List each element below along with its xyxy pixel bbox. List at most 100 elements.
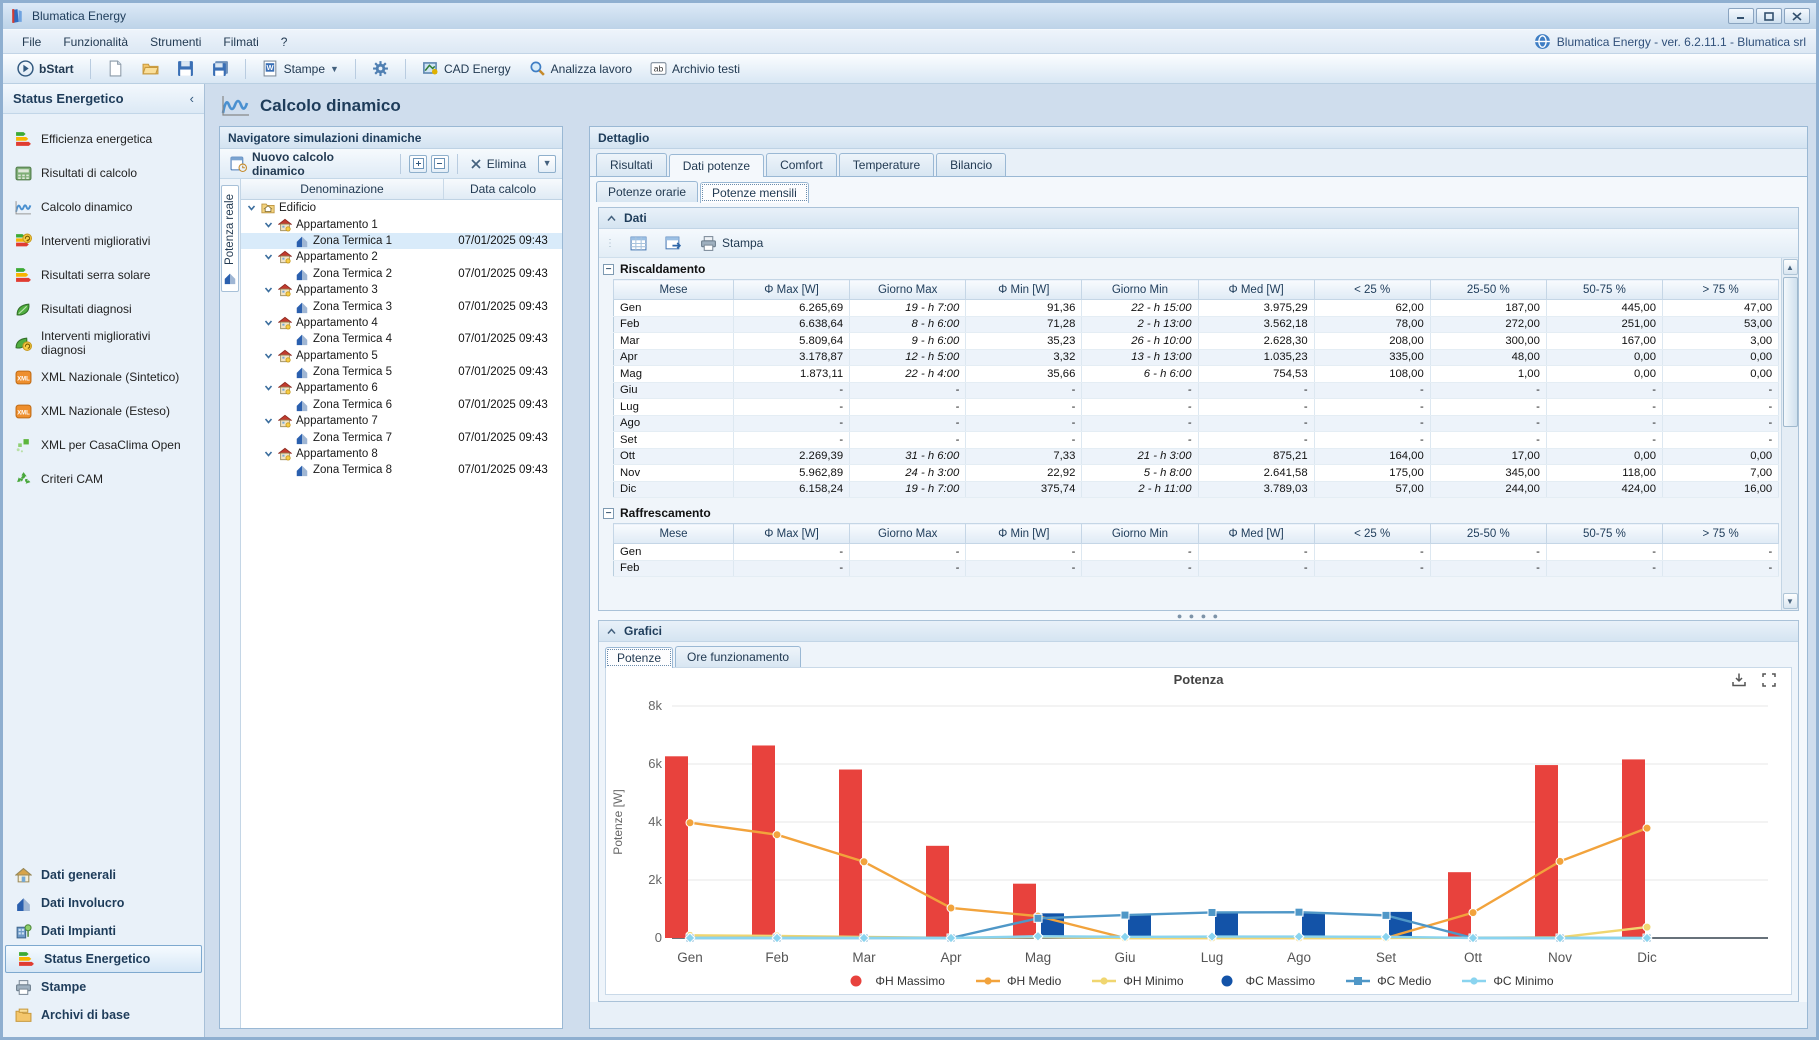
legend-item--h-massimo[interactable]: ΦH Massimo (843, 974, 945, 988)
save-button[interactable] (171, 57, 200, 80)
download-icon[interactable] (1731, 672, 1747, 688)
settings-button[interactable] (366, 57, 395, 80)
sidebar-item-risultati-di-calcolo[interactable]: Risultati di calcolo (3, 156, 204, 190)
column-header[interactable]: Φ Min [W] (966, 280, 1082, 300)
dati-vertical-scrollbar[interactable]: ▲ ▼ (1781, 258, 1798, 610)
bstart-button[interactable]: bStart (11, 57, 80, 80)
column-header[interactable]: Φ Med [W] (1198, 524, 1314, 544)
delete-button[interactable]: Elimina (466, 155, 530, 173)
tab-comfort[interactable]: Comfort (766, 153, 837, 176)
subtab-potenze-mensili[interactable]: Potenze mensili (700, 182, 809, 203)
column-header[interactable]: < 25 % (1314, 524, 1430, 544)
tree-row-appartamento-5[interactable]: Appartamento 5 (241, 348, 562, 364)
scroll-down-icon[interactable]: ▼ (1783, 593, 1798, 609)
tree-row-zona-termica-1[interactable]: Zona Termica 107/01/2025 09:43 (241, 233, 562, 249)
tree-row-appartamento-2[interactable]: Appartamento 2 (241, 249, 562, 265)
sidebar-item-dati-impianti[interactable]: Dati Impianti (3, 917, 204, 945)
column-header[interactable]: 50-75 % (1546, 524, 1662, 544)
sidebar-item-xml-nazionale-sintetico-[interactable]: XMLXML Nazionale (Sintetico) (3, 360, 204, 394)
column-header[interactable]: Mese (614, 524, 734, 544)
chart-tab-ore-funzionamento[interactable]: Ore funzionamento (675, 646, 801, 667)
sidebar-item-risultati-serra-solare[interactable]: Risultati serra solare (3, 258, 204, 292)
tree-row-appartamento-3[interactable]: Appartamento 3 (241, 282, 562, 298)
legend-item--c-minimo[interactable]: ΦC Minimo (1461, 974, 1553, 988)
tree-row-appartamento-7[interactable]: Appartamento 7 (241, 413, 562, 429)
table-row[interactable]: Feb--------- (614, 560, 1779, 577)
table-row[interactable]: Gen6.265,6919 - h 7:0091,3622 - h 15:003… (614, 300, 1779, 317)
table-row[interactable]: Lug--------- (614, 399, 1779, 416)
sidebar-collapse-button[interactable]: ‹ (190, 91, 194, 106)
close-button[interactable] (1784, 8, 1810, 24)
horizontal-splitter[interactable]: ● ● ● ● (594, 611, 1803, 620)
column-header[interactable]: Giorno Max (850, 280, 966, 300)
chart-tab-potenze[interactable]: Potenze (605, 647, 673, 668)
tree-row-zona-termica-7[interactable]: Zona Termica 707/01/2025 09:43 (241, 429, 562, 445)
menu-item-?[interactable]: ? (272, 32, 297, 52)
tree-row-zona-termica-5[interactable]: Zona Termica 507/01/2025 09:43 (241, 364, 562, 380)
potenza-reale-tab[interactable]: Potenza reale (221, 185, 239, 292)
sidebar-item-interventi-migliorativi[interactable]: Interventi migliorativi (3, 224, 204, 258)
tab-risultati[interactable]: Risultati (596, 153, 667, 176)
column-header[interactable]: > 75 % (1663, 280, 1779, 300)
sidebar-item-status-energetico[interactable]: Status Energetico (5, 945, 202, 973)
tree-expander-icon[interactable] (264, 252, 274, 262)
table-row[interactable]: Feb6.638,648 - h 6:0071,282 - h 13:003.5… (614, 316, 1779, 333)
table-row[interactable]: Ago--------- (614, 415, 1779, 432)
tab-temperature[interactable]: Temperature (839, 153, 934, 176)
sidebar-item-criteri-cam[interactable]: Criteri CAM (3, 462, 204, 496)
sidebar-item-risultati-diagnosi[interactable]: Risultati diagnosi (3, 292, 204, 326)
table-row[interactable]: Giu--------- (614, 382, 1779, 399)
tree-expander-icon[interactable] (264, 383, 274, 393)
column-header[interactable]: Giorno Min (1082, 280, 1198, 300)
tree-expander-icon[interactable] (264, 220, 274, 230)
new-file-button[interactable] (101, 57, 130, 80)
expand-all-button[interactable] (409, 155, 427, 173)
table-row[interactable]: Nov5.962,8924 - h 3:0022,925 - h 8:002.6… (614, 465, 1779, 482)
menu-item-strumenti[interactable]: Strumenti (141, 32, 210, 52)
column-header[interactable]: 25-50 % (1430, 524, 1546, 544)
legend-item--c-massimo[interactable]: ΦC Massimo (1214, 974, 1316, 988)
column-header[interactable]: > 75 % (1663, 524, 1779, 544)
sidebar-item-xml-nazionale-esteso-[interactable]: XMLXML Nazionale (Esteso) (3, 394, 204, 428)
column-header[interactable]: Mese (614, 280, 734, 300)
tree-row-zona-termica-4[interactable]: Zona Termica 407/01/2025 09:43 (241, 331, 562, 347)
minimize-button[interactable] (1728, 8, 1754, 24)
column-header[interactable]: Φ Med [W] (1198, 280, 1314, 300)
drag-handle[interactable]: ⋮ (605, 238, 616, 249)
navigator-more-button[interactable]: ▼ (538, 155, 556, 173)
collapse-all-button[interactable] (431, 155, 449, 173)
column-header[interactable]: < 25 % (1314, 280, 1430, 300)
legend-item--c-medio[interactable]: ΦC Medio (1345, 974, 1431, 988)
open-button[interactable] (136, 57, 165, 80)
menu-item-file[interactable]: File (13, 32, 50, 52)
table-row[interactable]: Gen--------- (614, 544, 1779, 561)
export-button[interactable] (661, 233, 686, 254)
sidebar-item-stampe[interactable]: Stampe (3, 973, 204, 1001)
table-row[interactable]: Mag1.873,1122 - h 4:0035,666 - h 6:00754… (614, 366, 1779, 383)
stampe-button[interactable]: W Stampe ▼ (256, 57, 345, 80)
column-header[interactable]: Φ Max [W] (734, 280, 850, 300)
new-calc-button[interactable]: Nuovo calcolo dinamico (226, 148, 392, 180)
section-collapse-icon[interactable]: − (603, 508, 614, 519)
tree-expander-icon[interactable] (264, 318, 274, 328)
scroll-up-icon[interactable]: ▲ (1783, 259, 1798, 275)
archivio-button[interactable]: ab Archivio testi (644, 57, 746, 80)
section-collapse-icon[interactable]: − (603, 264, 614, 275)
collapse-up-icon[interactable] (607, 215, 616, 222)
sidebar-item-dati-involucro[interactable]: Dati Involucro (3, 889, 204, 917)
column-header[interactable]: Giorno Max (850, 524, 966, 544)
sidebar-item-calcolo-dinamico[interactable]: Calcolo dinamico (3, 190, 204, 224)
tree-row-zona-termica-3[interactable]: Zona Termica 307/01/2025 09:43 (241, 298, 562, 314)
sidebar-item-archivi-di-base[interactable]: Archivi di base (3, 1001, 204, 1029)
tree-row-appartamento-4[interactable]: Appartamento 4 (241, 315, 562, 331)
legend-item--h-minimo[interactable]: ΦH Minimo (1091, 974, 1183, 988)
column-header-data-calcolo[interactable]: Data calcolo (444, 179, 562, 199)
save-all-button[interactable] (206, 57, 235, 80)
table-row[interactable]: Mar5.809,649 - h 6:0035,2326 - h 10:002.… (614, 333, 1779, 350)
stampa-button[interactable]: Stampa (696, 233, 767, 254)
table-row[interactable]: Apr3.178,8712 - h 5:003,3213 - h 13:001.… (614, 349, 1779, 366)
scrollbar-thumb[interactable] (1783, 277, 1798, 427)
sidebar-item-efficienza-energetica[interactable]: Efficienza energetica (3, 122, 204, 156)
column-header[interactable]: Φ Max [W] (734, 524, 850, 544)
tree-row-appartamento-6[interactable]: Appartamento 6 (241, 380, 562, 396)
